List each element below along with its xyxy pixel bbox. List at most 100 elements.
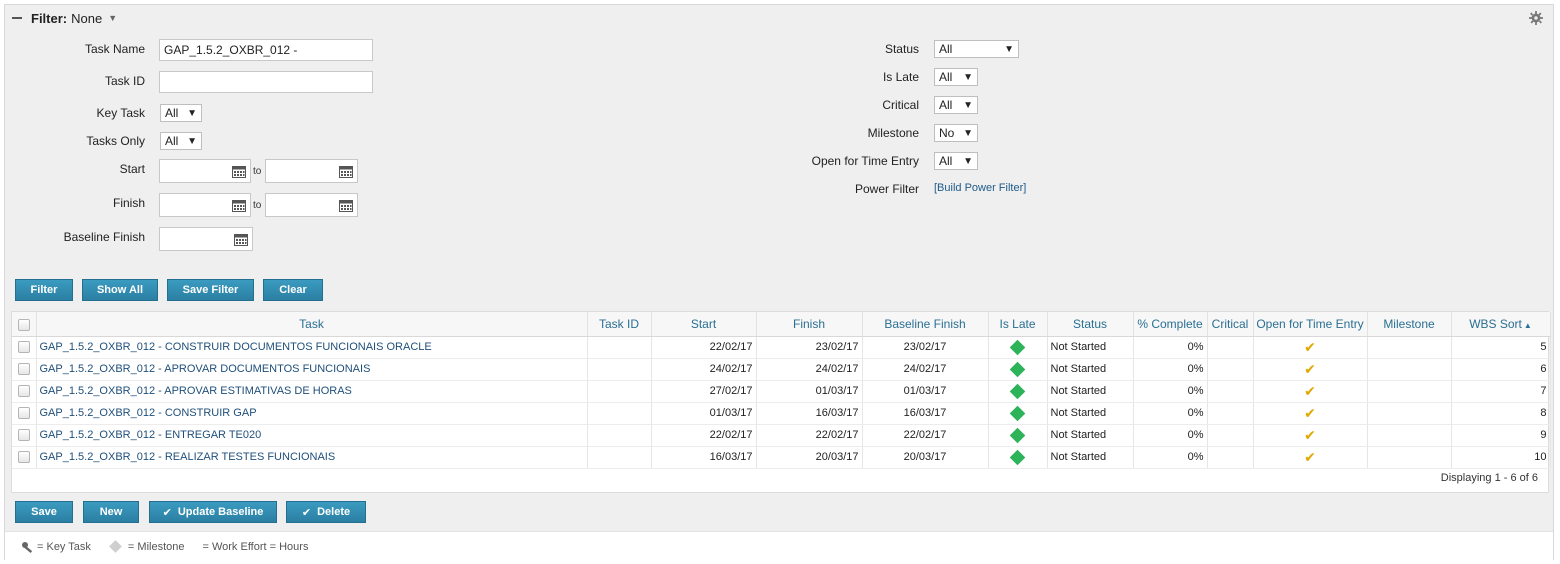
chevron-down-icon: ▼ [963,127,973,139]
column-header-wbs-sort[interactable]: WBS Sort ▲ [1451,312,1551,337]
baseline-finish-cell: 20/03/17 [862,446,989,469]
on-time-diamond-icon [1009,361,1026,377]
critical-cell [1207,402,1254,425]
filter-button[interactable]: Filter [15,279,73,301]
row-checkbox[interactable] [17,341,30,354]
calendar-icon[interactable] [339,199,353,212]
wbs-sort-cell: 6 [1451,358,1551,381]
task-cell[interactable]: GAP_1.5.2_OXBR_012 - ENTREGAR TE020 [36,424,588,447]
row-select-cell[interactable] [12,358,37,381]
legend-key-task-text: = Key Task [37,540,91,553]
row-checkbox[interactable] [17,429,30,442]
show-all-button[interactable]: Show All [82,279,158,301]
row-select-cell[interactable] [12,380,37,403]
pct-complete-cell: 0% [1133,358,1208,381]
column-header-finish[interactable]: Finish [756,312,863,337]
open-time-entry-cell: ✔ [1253,380,1368,403]
open-time-entry-select[interactable]: All ▼ [934,152,978,170]
task-cell[interactable]: GAP_1.5.2_OXBR_012 - APROVAR DOCUMENTOS … [36,358,588,381]
gear-icon[interactable] [1529,11,1543,25]
wbs-sort-cell: 10 [1451,446,1551,469]
calendar-icon[interactable] [234,233,248,246]
build-power-filter-link[interactable]: [Build Power Filter] [934,182,1026,194]
select-all-header[interactable] [12,312,37,337]
filter-dropdown-caret-icon[interactable]: ▼ [108,13,117,23]
chevron-down-icon: ▼ [963,71,973,83]
table-row[interactable]: GAP_1.5.2_OXBR_012 - CONSTRUIR DOCUMENTO… [12,336,1551,359]
clear-button[interactable]: Clear [263,279,323,301]
table-row[interactable]: GAP_1.5.2_OXBR_012 - APROVAR ESTIMATIVAS… [12,380,1551,403]
checkmark-icon: ✔ [1304,426,1316,443]
is-late-cell [988,402,1048,425]
table-row[interactable]: GAP_1.5.2_OXBR_012 - ENTREGAR TE020 22/02… [12,424,1551,447]
calendar-icon[interactable] [232,199,246,212]
finish-to-date[interactable] [265,193,358,217]
column-header-critical[interactable]: Critical [1207,312,1254,337]
table-header-row: Task Task ID Start Finish Baseline Finis… [12,312,1551,337]
key-task-select[interactable]: All ▼ [160,104,202,122]
new-button[interactable]: New [83,501,139,523]
is-late-select[interactable]: All ▼ [934,68,978,86]
critical-cell [1207,358,1254,381]
task-cell[interactable]: GAP_1.5.2_OXBR_012 - CONSTRUIR DOCUMENTO… [36,336,588,359]
calendar-icon[interactable] [339,165,353,178]
table-row[interactable]: GAP_1.5.2_OXBR_012 - APROVAR DOCUMENTOS … [12,358,1551,381]
critical-select[interactable]: All ▼ [934,96,978,114]
row-checkbox[interactable] [17,407,30,420]
status-select[interactable]: All ▼ [934,40,1019,58]
row-select-cell[interactable] [12,336,37,359]
baseline-finish-date[interactable] [159,227,253,251]
key-icon [22,541,33,553]
calendar-icon[interactable] [232,165,246,178]
start-from-date[interactable] [159,159,251,183]
column-header-is-late[interactable]: Is Late [988,312,1048,337]
task-cell[interactable]: GAP_1.5.2_OXBR_012 - REALIZAR TESTES FUN… [36,446,588,469]
finish-cell: 24/02/17 [756,358,863,381]
task-id-input[interactable] [159,71,373,93]
start-to-date[interactable] [265,159,358,183]
row-checkbox[interactable] [17,363,30,376]
finish-from-date[interactable] [159,193,251,217]
save-button[interactable]: Save [15,501,73,523]
delete-button[interactable]: ✔ Delete [286,501,366,523]
column-header-task[interactable]: Task [36,312,588,337]
row-select-cell[interactable] [12,424,37,447]
column-header-milestone[interactable]: Milestone [1367,312,1452,337]
table-row[interactable]: GAP_1.5.2_OXBR_012 - CONSTRUIR GAP 01/03/… [12,402,1551,425]
collapse-icon[interactable] [11,12,23,24]
column-header-baseline-finish[interactable]: Baseline Finish [862,312,989,337]
save-filter-button[interactable]: Save Filter [167,279,254,301]
baseline-finish-cell: 23/02/17 [862,336,989,359]
task-cell[interactable]: GAP_1.5.2_OXBR_012 - CONSTRUIR GAP [36,402,588,425]
column-header-status[interactable]: Status [1047,312,1134,337]
wbs-sort-cell: 7 [1451,380,1551,403]
milestone-select[interactable]: No ▼ [934,124,978,142]
critical-cell [1207,424,1254,447]
row-select-cell[interactable] [12,446,37,469]
column-header-open-time-entry[interactable]: Open for Time Entry [1253,312,1368,337]
power-filter-label: Power Filter [854,182,919,196]
checkmark-icon: ✔ [1304,360,1316,377]
critical-cell [1207,380,1254,403]
chevron-down-icon: ▼ [187,135,197,147]
row-checkbox[interactable] [17,451,30,464]
select-all-checkbox[interactable] [17,318,30,331]
table-row[interactable]: GAP_1.5.2_OXBR_012 - REALIZAR TESTES FUN… [12,446,1551,469]
task-cell[interactable]: GAP_1.5.2_OXBR_012 - APROVAR ESTIMATIVAS… [36,380,588,403]
start-cell: 22/02/17 [651,424,757,447]
status-cell: Not Started [1047,380,1134,403]
checkmark-icon: ✔ [1304,338,1316,355]
row-checkbox[interactable] [17,385,30,398]
tasks-only-select[interactable]: All ▼ [160,132,202,150]
update-baseline-button[interactable]: ✔ Update Baseline [149,501,277,523]
open-time-entry-cell: ✔ [1253,446,1368,469]
column-header-task-id[interactable]: Task ID [587,312,652,337]
column-header-start[interactable]: Start [651,312,757,337]
update-baseline-label: Update Baseline [177,506,264,518]
column-header-pct-complete[interactable]: % Complete [1133,312,1208,337]
task-id-cell [587,358,652,381]
checkmark-icon: ✔ [1304,404,1316,421]
on-time-diamond-icon [1009,383,1026,399]
task-name-input[interactable] [159,39,373,61]
row-select-cell[interactable] [12,402,37,425]
